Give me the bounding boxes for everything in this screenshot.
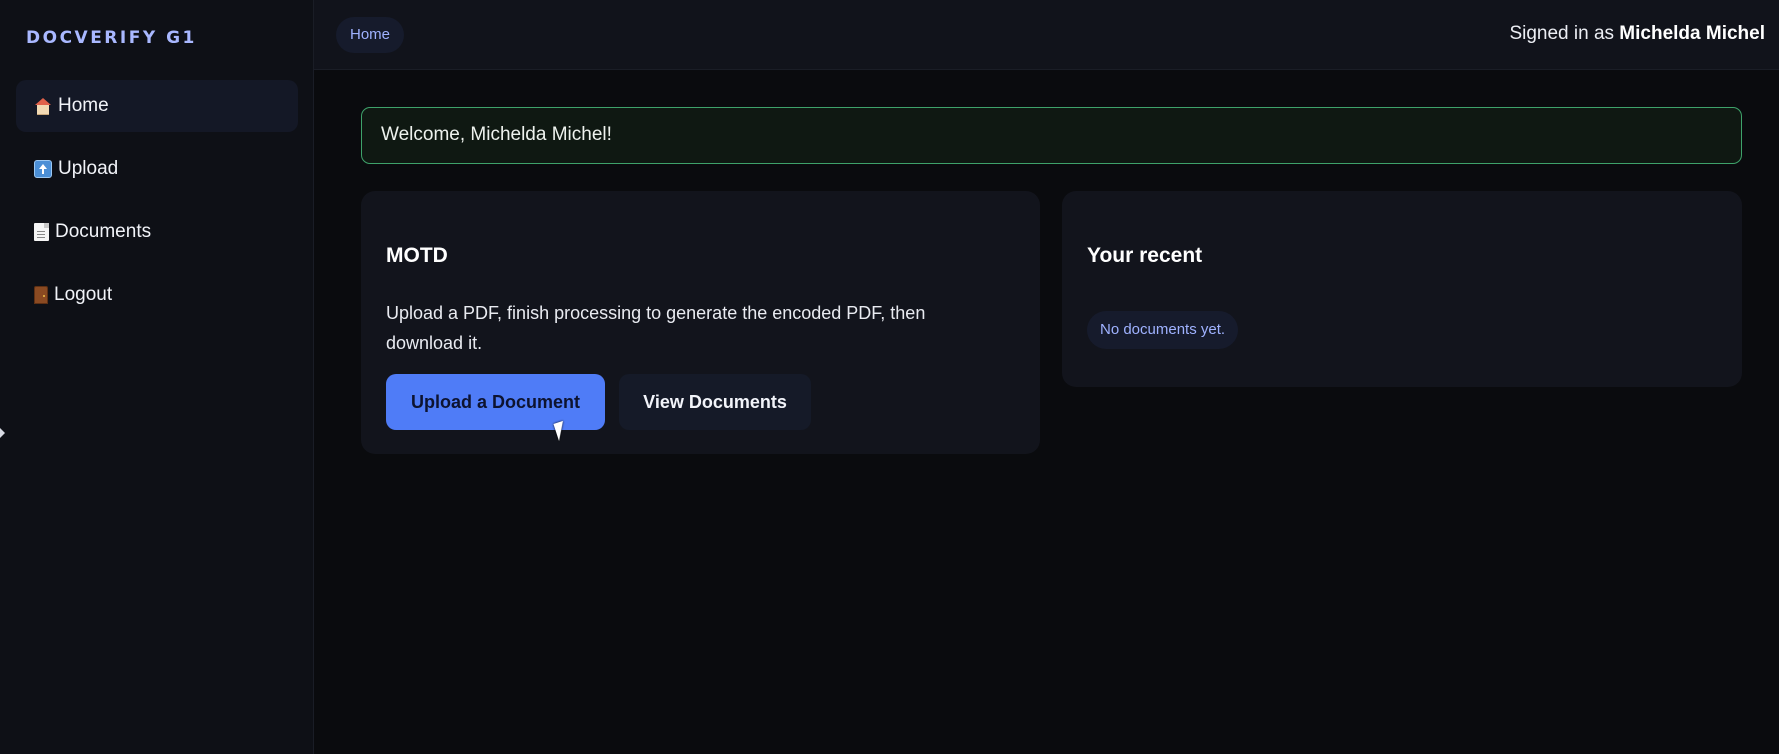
sidebar-item-logout[interactable]: Logout: [16, 269, 298, 321]
sidebar-item-label: Documents: [55, 221, 152, 242]
signed-in-prefix: Signed in as: [1509, 23, 1615, 44]
sidebar-collapse-handle[interactable]: [0, 428, 5, 438]
signed-in-status: Signed in as Michelda Michel: [1509, 23, 1765, 45]
breadcrumb[interactable]: Home: [336, 17, 405, 53]
door-icon: [34, 286, 48, 304]
document-icon: [34, 223, 49, 241]
top-bar: Home Signed in as Michelda Michel: [314, 0, 1779, 70]
recent-title: Your recent: [1087, 244, 1203, 267]
motd-title: MOTD: [386, 244, 448, 267]
welcome-banner: Welcome, Michelda Michel!: [361, 107, 1742, 164]
brand-logo: DOCVERIFY G1: [26, 28, 197, 48]
sidebar-item-home[interactable]: Home: [16, 80, 298, 132]
upload-icon: [34, 160, 52, 178]
sidebar-item-documents[interactable]: Documents: [16, 206, 298, 258]
sidebar: DOCVERIFY G1 Home Upload Documents Logou…: [0, 0, 314, 754]
sidebar-nav: Home Upload Documents Logout: [16, 80, 298, 332]
sidebar-item-label: Home: [58, 95, 109, 116]
user-name: Michelda Michel: [1619, 23, 1765, 44]
sidebar-item-label: Logout: [54, 284, 113, 305]
upload-document-button[interactable]: Upload a Document: [386, 374, 605, 430]
main-content: Home Signed in as Michelda Michel Welcom…: [314, 0, 1779, 754]
sidebar-item-label: Upload: [58, 158, 119, 179]
motd-card: MOTD Upload a PDF, finish processing to …: [361, 191, 1040, 454]
view-documents-button[interactable]: View Documents: [619, 374, 811, 430]
home-icon: [34, 97, 52, 115]
app-root: DOCVERIFY G1 Home Upload Documents Logou…: [0, 0, 1779, 754]
empty-state-badge: No documents yet.: [1087, 311, 1239, 349]
sidebar-item-upload[interactable]: Upload: [16, 143, 298, 195]
recent-card: Your recent No documents yet.: [1062, 191, 1742, 387]
motd-text: Upload a PDF, finish processing to gener…: [386, 303, 926, 353]
